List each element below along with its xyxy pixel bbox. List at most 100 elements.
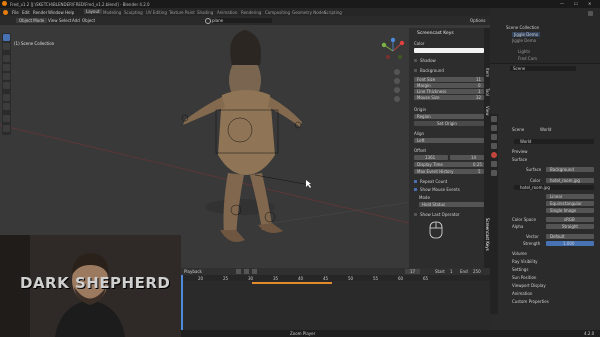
options-dropdown[interactable]: Options bbox=[470, 18, 485, 23]
surface-section[interactable]: Surface bbox=[512, 157, 527, 162]
viewport-search-input[interactable]: plane bbox=[212, 18, 272, 23]
outliner-title: Scene Collection bbox=[506, 25, 540, 30]
mode-value: Hold Status bbox=[422, 202, 446, 207]
tab-uv-editing[interactable]: UV Editing bbox=[146, 10, 167, 15]
tab-compositing[interactable]: Compositing bbox=[265, 10, 290, 15]
tab-scripting[interactable]: Scripting bbox=[324, 10, 342, 15]
breadcrumb-scene: Scene bbox=[512, 127, 525, 132]
jump-end-icon[interactable] bbox=[252, 269, 257, 274]
menu-window[interactable]: Window bbox=[48, 10, 64, 15]
repeat-count-checkbox[interactable] bbox=[414, 180, 417, 183]
menu-edit[interactable]: Edit bbox=[22, 10, 30, 15]
cursor-tool-icon[interactable] bbox=[3, 43, 10, 50]
collection-tab-icon[interactable] bbox=[491, 161, 497, 167]
start-value[interactable]: 1 bbox=[450, 269, 453, 274]
tool-tab-icon[interactable] bbox=[491, 116, 497, 122]
tab-animation[interactable]: Animation bbox=[217, 10, 237, 15]
render-tab-icon[interactable] bbox=[491, 125, 497, 131]
show-mouse-events-checkbox[interactable] bbox=[414, 188, 417, 191]
sun-position-section[interactable]: Sun Position bbox=[512, 275, 536, 280]
settings-section[interactable]: Settings bbox=[512, 267, 528, 272]
select-tool-icon[interactable] bbox=[3, 34, 10, 41]
perspective-toggle-icon[interactable] bbox=[394, 96, 400, 102]
current-frame-field[interactable]: 17 bbox=[405, 269, 421, 274]
channel-logo-text: DARK SHEPHERD bbox=[20, 274, 171, 292]
color-value: hotel_room.jpg bbox=[550, 178, 580, 183]
minimize-button[interactable]: — bbox=[560, 1, 564, 6]
breadcrumb-world: World bbox=[540, 127, 552, 132]
close-button[interactable]: ✕ bbox=[588, 1, 591, 6]
outliner-item[interactable]: Fred Cam bbox=[518, 56, 537, 61]
align-value: Left bbox=[417, 138, 425, 143]
color-field-label: Color bbox=[530, 178, 541, 183]
outliner-item[interactable]: Jiggle Demo bbox=[512, 38, 536, 43]
playhead[interactable] bbox=[181, 275, 183, 330]
title-bar: Fred_v1.2 [J:\SKETCH\BLENDER\FRED\Fred_v… bbox=[0, 0, 600, 8]
tab-texture-paint[interactable]: Texture Paint bbox=[169, 10, 195, 15]
tab-rendering[interactable]: Rendering bbox=[241, 10, 261, 15]
world-tab-icon[interactable] bbox=[491, 152, 497, 158]
properties-search[interactable]: Scene bbox=[510, 66, 576, 71]
mode-label: Mode bbox=[419, 195, 430, 200]
measure-tool-icon[interactable] bbox=[3, 103, 10, 110]
tick-label: 30 bbox=[248, 276, 254, 281]
camera-view-icon[interactable] bbox=[394, 87, 400, 93]
menu-file[interactable]: File bbox=[12, 10, 19, 15]
origin-value: Region bbox=[417, 114, 431, 119]
blender-menu-icon[interactable] bbox=[3, 9, 8, 15]
filter-icon[interactable] bbox=[588, 11, 593, 16]
color-swatch[interactable] bbox=[414, 48, 484, 53]
volume-section[interactable]: Volume bbox=[512, 251, 527, 256]
view-menu[interactable]: View bbox=[48, 18, 58, 23]
custom-properties-section[interactable]: Custom Properties bbox=[512, 299, 549, 304]
tab-sculpting[interactable]: Sculpting bbox=[124, 10, 143, 15]
end-value[interactable]: 250 bbox=[473, 269, 481, 274]
color-space-label: Color Space bbox=[512, 217, 536, 222]
tab-shading[interactable]: Shading bbox=[197, 10, 213, 15]
texture-tab-icon[interactable] bbox=[491, 170, 497, 176]
timeline-ruler[interactable]: 20 25 30 35 40 45 50 55 60 65 bbox=[180, 275, 490, 281]
projection-value: Equirectangular bbox=[550, 201, 582, 206]
navigation-gizmo[interactable] bbox=[378, 37, 408, 65]
tick-label: 45 bbox=[323, 276, 329, 281]
preview-section[interactable]: Preview bbox=[512, 149, 528, 154]
show-last-operator-checkbox[interactable] bbox=[414, 213, 417, 216]
extra-tool-icon[interactable] bbox=[3, 125, 10, 132]
output-tab-icon[interactable] bbox=[491, 134, 497, 140]
viewport-display-section[interactable]: Viewport Display bbox=[512, 283, 546, 288]
zoom-icon[interactable] bbox=[394, 69, 400, 75]
maximize-button[interactable]: ☐ bbox=[574, 1, 578, 6]
playback-menu[interactable]: Playback bbox=[184, 269, 202, 274]
scale-tool-icon[interactable] bbox=[3, 73, 10, 80]
outliner-item[interactable]: Lights bbox=[518, 49, 530, 54]
transform-tool-icon[interactable] bbox=[3, 82, 10, 89]
background-checkbox[interactable] bbox=[414, 69, 417, 72]
menu-help[interactable]: Help bbox=[65, 10, 74, 15]
object-menu[interactable]: Object bbox=[82, 18, 95, 23]
mouse-size-label: Mouse Size bbox=[417, 95, 440, 100]
scene-tab-icon[interactable] bbox=[491, 143, 497, 149]
pan-icon[interactable] bbox=[394, 78, 400, 84]
jump-start-icon[interactable] bbox=[236, 269, 241, 274]
select-menu[interactable]: Select bbox=[59, 18, 71, 23]
properties-tabs bbox=[490, 114, 498, 314]
keyframe-range-bar[interactable] bbox=[252, 282, 332, 284]
add-cube-tool-icon[interactable] bbox=[3, 115, 10, 122]
annotate-tool-icon[interactable] bbox=[3, 94, 10, 101]
vector-value: Default bbox=[550, 234, 565, 239]
offset-y-field[interactable] bbox=[450, 155, 484, 160]
rotate-tool-icon[interactable] bbox=[3, 64, 10, 71]
outliner-item[interactable]: Jiggle Demo bbox=[512, 32, 541, 37]
menu-render[interactable]: Render bbox=[33, 10, 47, 15]
add-menu[interactable]: Add bbox=[72, 18, 80, 23]
move-tool-icon[interactable] bbox=[3, 55, 10, 62]
ray-visibility-section[interactable]: Ray Visibility bbox=[512, 259, 538, 264]
tab-geometry-nodes[interactable]: Geometry Nodes bbox=[292, 10, 326, 15]
tab-layout[interactable]: Layout bbox=[84, 9, 102, 14]
animation-section[interactable]: Animation bbox=[512, 291, 532, 296]
shadow-checkbox[interactable] bbox=[414, 59, 417, 62]
play-icon[interactable] bbox=[244, 269, 249, 274]
mode-dropdown[interactable]: Object Mode bbox=[16, 18, 48, 23]
tick-label: 35 bbox=[273, 276, 279, 281]
tab-modeling[interactable]: Modeling bbox=[103, 10, 121, 15]
